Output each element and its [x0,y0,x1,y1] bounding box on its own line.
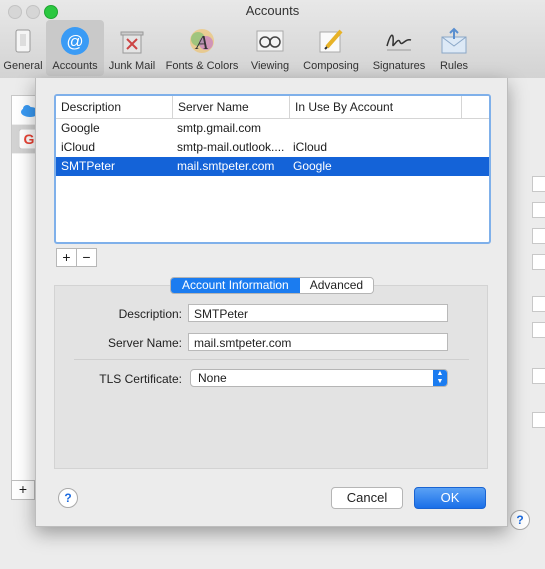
toolbar-fonts-colors[interactable]: A Fonts & Colors [160,20,244,76]
window-title: Accounts [245,3,300,18]
cell-account [288,119,459,138]
column-header-in-use-by[interactable]: In Use By Account [290,96,462,118]
table-row-selected[interactable]: SMTPeter mail.smtpeter.com Google [56,157,489,176]
toolbar-rules-label: Rules [439,60,469,72]
background-field-edge [532,254,545,270]
preferences-toolbar: General @ Accounts Junk Mail A Fonts & C… [0,20,476,76]
window-titlebar: Accounts General @ Accounts Junk Mail A … [0,0,545,79]
help-button[interactable]: ? [58,488,78,508]
tls-certificate-value: None [198,371,227,385]
toolbar-composing-label: Composing [303,60,359,72]
column-header-server-name[interactable]: Server Name [173,96,290,118]
toolbar-general-label: General [3,60,43,72]
toolbar-rules[interactable]: Rules [432,20,476,76]
background-field-edge [532,176,545,192]
pencil-icon [316,26,346,56]
cell-server-name: smtp.gmail.com [177,121,262,135]
add-account-button[interactable]: + [11,480,35,500]
at-sign-icon: @ [60,26,90,56]
form-divider [74,359,469,360]
server-name-field[interactable]: mail.smtpeter.com [188,333,448,351]
description-field[interactable]: SMTPeter [188,304,448,322]
toolbar-viewing[interactable]: Viewing [244,20,296,76]
smtp-server-sheet: Description Server Name In Use By Accoun… [35,78,508,527]
background-field-edge [532,412,545,428]
background-field-edge [532,368,545,384]
tab-account-information[interactable]: Account Information [171,278,300,293]
svg-text:A: A [194,32,209,54]
cell-server-name: smtp-mail.outlook.... [177,140,285,154]
tls-certificate-select[interactable]: None ▲ ▼ [190,369,448,387]
remove-server-button[interactable]: − [77,248,97,267]
add-server-button[interactable]: + [56,248,77,267]
toolbar-signatures[interactable]: Signatures [366,20,432,76]
trash-icon [117,26,147,56]
toolbar-accounts[interactable]: @ Accounts [46,20,104,76]
toolbar-junk-mail[interactable]: Junk Mail [104,20,160,76]
table-row[interactable]: iCloud smtp-mail.outlook.... iCloud [56,138,489,157]
envelope-icon [439,26,469,56]
cell-account: Google [293,159,332,173]
tls-certificate-label: TLS Certificate: [99,372,182,386]
general-icon [8,26,38,56]
glasses-icon [255,26,285,56]
cell-description: Google [61,121,100,135]
svg-text:G: G [24,131,35,147]
toolbar-accounts-label: Accounts [52,60,98,72]
toolbar-signatures-label: Signatures [372,60,426,72]
cell-account: iCloud [293,140,328,154]
column-header-spacer [462,96,488,118]
cancel-button[interactable]: Cancel [331,487,403,509]
tab-advanced[interactable]: Advanced [299,278,374,293]
server-name-label: Server Name: [107,336,182,350]
background-field-edge [532,228,545,244]
cell-server-name: mail.smtpeter.com [177,159,275,173]
cell-description: SMTPeter [61,159,116,173]
smtp-server-table: Description Server Name In Use By Accoun… [54,94,491,244]
table-header: Description Server Name In Use By Accoun… [56,96,489,119]
background-field-edge [532,322,545,338]
toolbar-fonts-colors-label: Fonts & Colors [165,60,239,72]
cell-description: iCloud [61,140,96,154]
add-remove-buttons: + − [56,248,97,267]
svg-text:@: @ [66,32,83,51]
toolbar-junk-mail-label: Junk Mail [108,60,156,72]
column-header-description[interactable]: Description [56,96,173,118]
signature-icon [384,26,414,56]
toolbar-general[interactable]: General [0,20,46,76]
toolbar-composing[interactable]: Composing [296,20,366,76]
table-row[interactable]: Google smtp.gmail.com [56,119,489,138]
toolbar-viewing-label: Viewing [250,60,290,72]
description-label: Description: [118,307,182,321]
ok-button[interactable]: OK [414,487,486,509]
background-field-edge [532,202,545,218]
background-field-edge [532,296,545,312]
fonts-icon: A [187,26,217,56]
chevron-up-down-icon: ▲ ▼ [433,370,447,386]
background-help-button[interactable]: ? [510,510,530,530]
settings-tab-control: Account Information Advanced [170,277,375,294]
